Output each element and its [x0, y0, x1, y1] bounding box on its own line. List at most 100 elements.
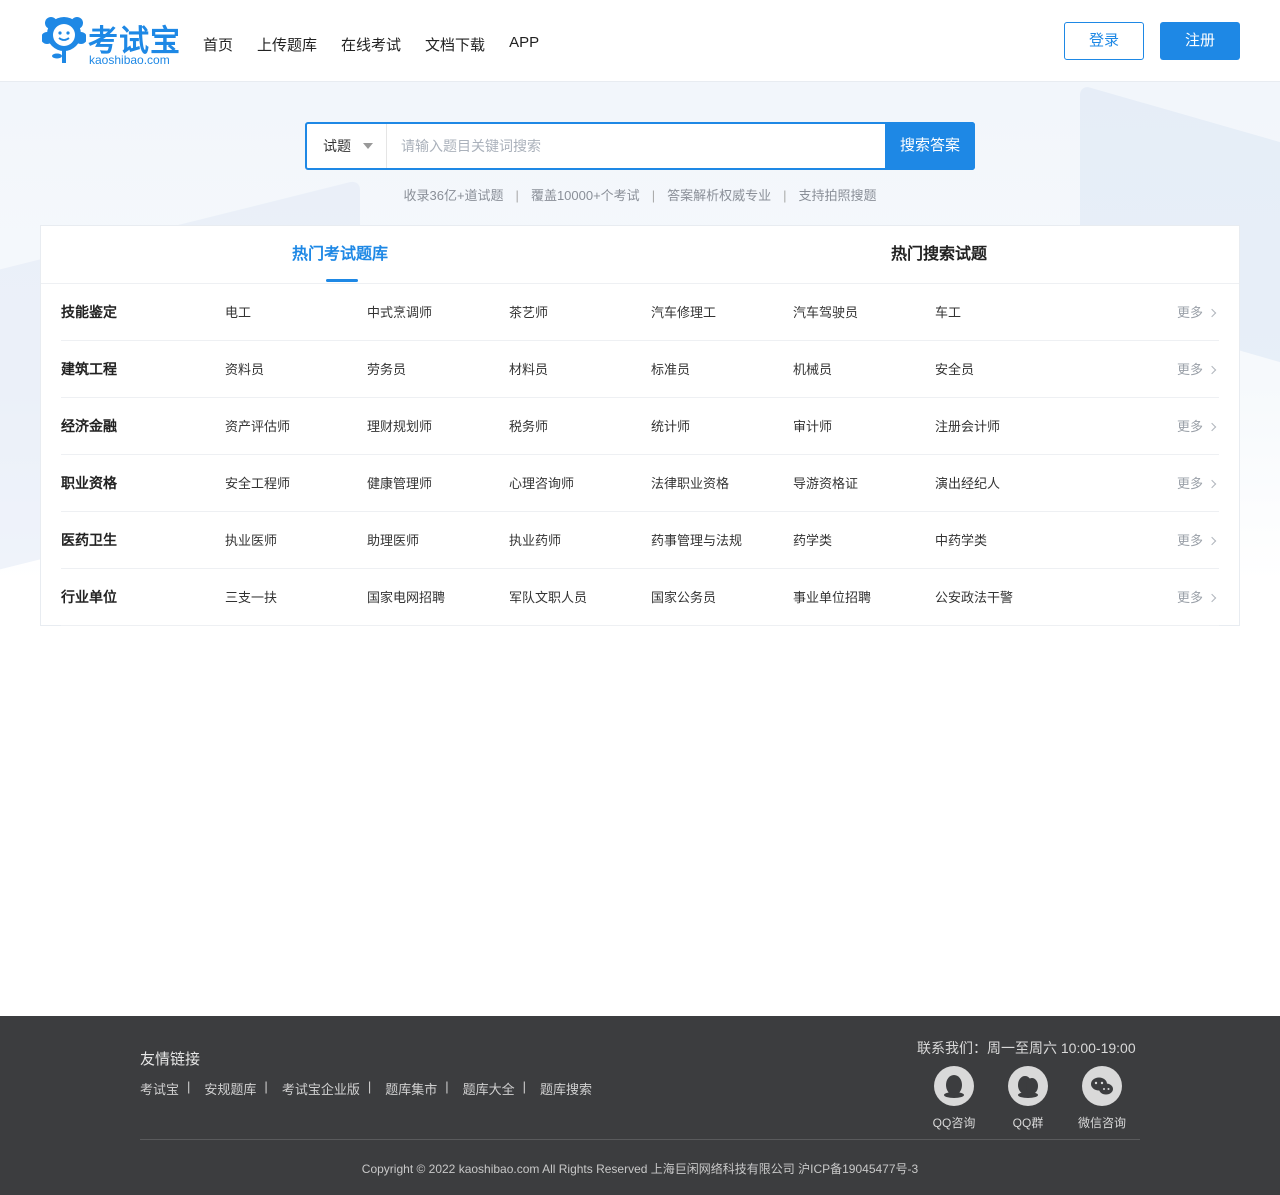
more-link[interactable]: 更多: [1176, 284, 1217, 341]
exam-link[interactable]: 国家电网招聘: [367, 569, 445, 626]
nav-home[interactable]: 首页: [203, 34, 233, 55]
login-button[interactable]: 登录: [1064, 22, 1144, 60]
exam-link[interactable]: 机械员: [793, 341, 832, 398]
exam-link[interactable]: 资料员: [225, 341, 264, 398]
exam-link[interactable]: 电工: [225, 284, 251, 341]
exam-link[interactable]: 汽车修理工: [651, 284, 716, 341]
category-row: 经济金融 资产评估师 理财规划师 税务师 统计师 审计师 注册会计师 更多: [61, 398, 1219, 455]
friend-links: 考试宝 | 安规题库 | 考试宝企业版 | 题库集市 | 题库大全 | 题库搜索: [140, 1079, 600, 1098]
exam-link[interactable]: 心理咨询师: [509, 455, 574, 512]
exam-link[interactable]: 汽车驾驶员: [793, 284, 858, 341]
link-separator: |: [187, 1079, 191, 1094]
exam-link[interactable]: 演出经纪人: [935, 455, 1000, 512]
exam-link[interactable]: 注册会计师: [935, 398, 1000, 455]
nav-online-exam[interactable]: 在线考试: [341, 34, 401, 55]
copyright: Copyright © 2022 kaoshibao.com All Right…: [361, 1162, 919, 1176]
category-row: 建筑工程 资料员 劳务员 材料员 标准员 机械员 安全员 更多: [61, 341, 1219, 398]
exam-link[interactable]: 国家公务员: [651, 569, 716, 626]
link-separator: |: [522, 1079, 527, 1094]
friend-link[interactable]: 题库集市: [385, 1079, 437, 1098]
exam-link[interactable]: 执业医师: [225, 512, 277, 569]
contact-hours: 联系我们：周一至周六 10:00-19:00: [917, 1040, 1136, 1056]
qq-group-link[interactable]: QQ群: [998, 1066, 1058, 1131]
category-title: 技能鉴定: [61, 304, 117, 320]
logo-domain: kaoshibao.com: [89, 53, 170, 67]
exam-link[interactable]: 统计师: [651, 398, 690, 455]
exam-link[interactable]: 理财规划师: [367, 398, 432, 455]
exam-link[interactable]: 安全员: [935, 341, 974, 398]
site-logo[interactable]: 考试宝 kaoshibao.com: [42, 14, 182, 68]
exam-link[interactable]: 导游资格证: [793, 455, 858, 512]
tab-label: 热门考试题库: [292, 246, 389, 263]
more-link[interactable]: 更多: [1176, 398, 1217, 455]
friend-links-title: 友情链接: [140, 1051, 201, 1068]
feature-text: 覆盖10000+个考试: [530, 188, 640, 203]
active-tab-indicator: [326, 279, 358, 282]
register-button[interactable]: 注册: [1160, 22, 1240, 60]
exam-link[interactable]: 中药学类: [935, 512, 987, 569]
tab-hot-exam-banks[interactable]: 热门考试题库: [292, 226, 388, 284]
logo-flower-icon: [42, 17, 86, 63]
qq-group-label: QQ群: [1012, 1116, 1044, 1130]
exam-link[interactable]: 药学类: [793, 512, 832, 569]
qq-consult-link[interactable]: QQ咨询: [924, 1066, 984, 1131]
feature-separator: |: [515, 188, 519, 203]
exam-link[interactable]: 法律职业资格: [651, 455, 729, 512]
exam-link[interactable]: 劳务员: [367, 341, 406, 398]
category-row: 医药卫生 执业医师 助理医师 执业药师 药事管理与法规 药学类 中药学类 更多: [61, 512, 1219, 569]
more-link[interactable]: 更多: [1177, 341, 1217, 398]
more-label: 更多: [1176, 419, 1203, 434]
exam-link[interactable]: 材料员: [509, 341, 548, 398]
exam-link[interactable]: 事业单位招聘: [793, 569, 871, 626]
chevron-right-icon: [1207, 536, 1217, 546]
category-title: 行业单位: [61, 589, 117, 605]
footer-divider: [140, 1139, 1140, 1140]
friend-link[interactable]: 考试宝: [140, 1079, 179, 1098]
friend-link[interactable]: 题库大全: [463, 1079, 515, 1098]
exam-link[interactable]: 茶艺师: [509, 284, 548, 341]
chevron-right-icon: [1207, 422, 1217, 432]
friend-link[interactable]: 题库搜索: [540, 1079, 592, 1098]
more-link[interactable]: 更多: [1177, 569, 1217, 626]
exam-link[interactable]: 公安政法干警: [935, 569, 1013, 626]
exam-link[interactable]: 审计师: [793, 398, 832, 455]
exam-link[interactable]: 军队文职人员: [509, 569, 587, 626]
tab-hot-search-questions[interactable]: 热门搜索试题: [891, 226, 987, 284]
tab-label: 热门搜索试题: [891, 246, 988, 263]
more-link[interactable]: 更多: [1177, 455, 1217, 512]
exam-link[interactable]: 三支一扶: [225, 569, 277, 626]
exam-link[interactable]: 车工: [935, 284, 961, 341]
category-title: 建筑工程: [61, 361, 117, 377]
exam-link[interactable]: 安全工程师: [225, 455, 290, 512]
hot-exams-panel: 热门考试题库 热门搜索试题 技能鉴定 电工 中式烹调师 茶艺师 汽车修理工 汽车驾驶员 车工…: [40, 225, 1240, 626]
friend-link[interactable]: 考试宝企业版: [282, 1079, 360, 1098]
search-type-select[interactable]: 试题: [307, 124, 387, 168]
feature-separator: |: [783, 188, 787, 203]
exam-link[interactable]: 健康管理师: [367, 455, 432, 512]
category-row: 职业资格 安全工程师 健康管理师 心理咨询师 法律职业资格 导游资格证 演出经纪人 更多: [61, 455, 1219, 512]
more-link[interactable]: 更多: [1177, 512, 1217, 569]
exam-link[interactable]: 税务师: [509, 398, 548, 455]
feature-separator: |: [651, 188, 656, 203]
wechat-consult-link[interactable]: 微信咨询: [1072, 1066, 1132, 1131]
panel-tabs: 热门考试题库 热门搜索试题: [41, 226, 1239, 284]
nav-app[interactable]: APP: [509, 34, 539, 55]
caret-down-icon: [363, 143, 373, 149]
feature-text: 答案解析权威专业: [667, 188, 772, 203]
exam-link[interactable]: 执业药师: [509, 512, 561, 569]
exam-link[interactable]: 助理医师: [367, 512, 419, 569]
exam-link[interactable]: 药事管理与法规: [651, 512, 742, 569]
chevron-right-icon: [1207, 365, 1217, 375]
friend-link[interactable]: 安规题库: [204, 1079, 256, 1098]
more-label: 更多: [1176, 305, 1203, 320]
exam-link[interactable]: 标准员: [651, 341, 690, 398]
exam-link[interactable]: 中式烹调师: [367, 284, 432, 341]
search-button[interactable]: 搜索答案: [885, 122, 975, 170]
search-input[interactable]: [387, 124, 885, 168]
nav-upload-bank[interactable]: 上传题库: [257, 34, 317, 55]
qq-group-icon: [1008, 1066, 1048, 1106]
link-separator: |: [264, 1079, 268, 1094]
nav-doc-download[interactable]: 文档下载: [425, 34, 485, 55]
category-row: 行业单位 三支一扶 国家电网招聘 军队文职人员 国家公务员 事业单位招聘 公安政法干警 更多: [61, 569, 1219, 626]
exam-link[interactable]: 资产评估师: [225, 398, 290, 455]
